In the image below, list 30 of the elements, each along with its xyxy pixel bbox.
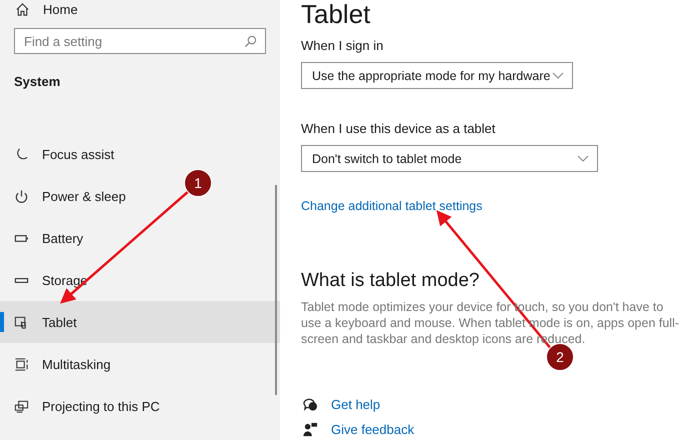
mode-dropdown[interactable]: Use the appropriate mode for my hardware: [301, 62, 573, 89]
moon-icon: [14, 146, 29, 162]
nav-item[interactable]: Multitasking: [0, 343, 280, 385]
settings-link[interactable]: Change additional tablet settings: [301, 199, 686, 215]
section-title: System: [14, 74, 62, 90]
nav-item[interactable]: Tablet: [0, 301, 280, 343]
help-link[interactable]: Give feedback: [331, 422, 414, 437]
nav-item[interactable]: Storage: [0, 259, 280, 301]
nav-item[interactable]: Battery: [0, 217, 280, 259]
search-icon: [244, 35, 257, 48]
nav-item[interactable]: Projecting to this PC: [0, 385, 280, 427]
step-badge: 2: [546, 343, 574, 371]
tablet-icon: [14, 314, 29, 330]
home-icon: [15, 2, 30, 16]
projector-icon: [14, 398, 29, 414]
multitasking-icon: [14, 356, 29, 372]
section-heading: What is tablet mode?: [301, 269, 480, 293]
home-link[interactable]: Home: [15, 0, 280, 18]
mode-dropdown[interactable]: Don't switch to tablet mode: [301, 145, 598, 172]
page-title: Tablet: [301, 0, 372, 28]
setting-label: When I use this device as a tablet: [301, 121, 496, 137]
setting-label: When I sign in: [301, 38, 384, 54]
search-field[interactable]: Find a setting: [14, 28, 266, 54]
scrollbar[interactable]: [275, 185, 277, 395]
chevron-icon: [552, 72, 564, 80]
help-link[interactable]: Get help: [331, 397, 380, 412]
power-icon: [14, 188, 29, 204]
feedback-icon: [303, 422, 318, 437]
help-chat-icon: [303, 397, 318, 412]
chevron-icon: [577, 154, 589, 162]
